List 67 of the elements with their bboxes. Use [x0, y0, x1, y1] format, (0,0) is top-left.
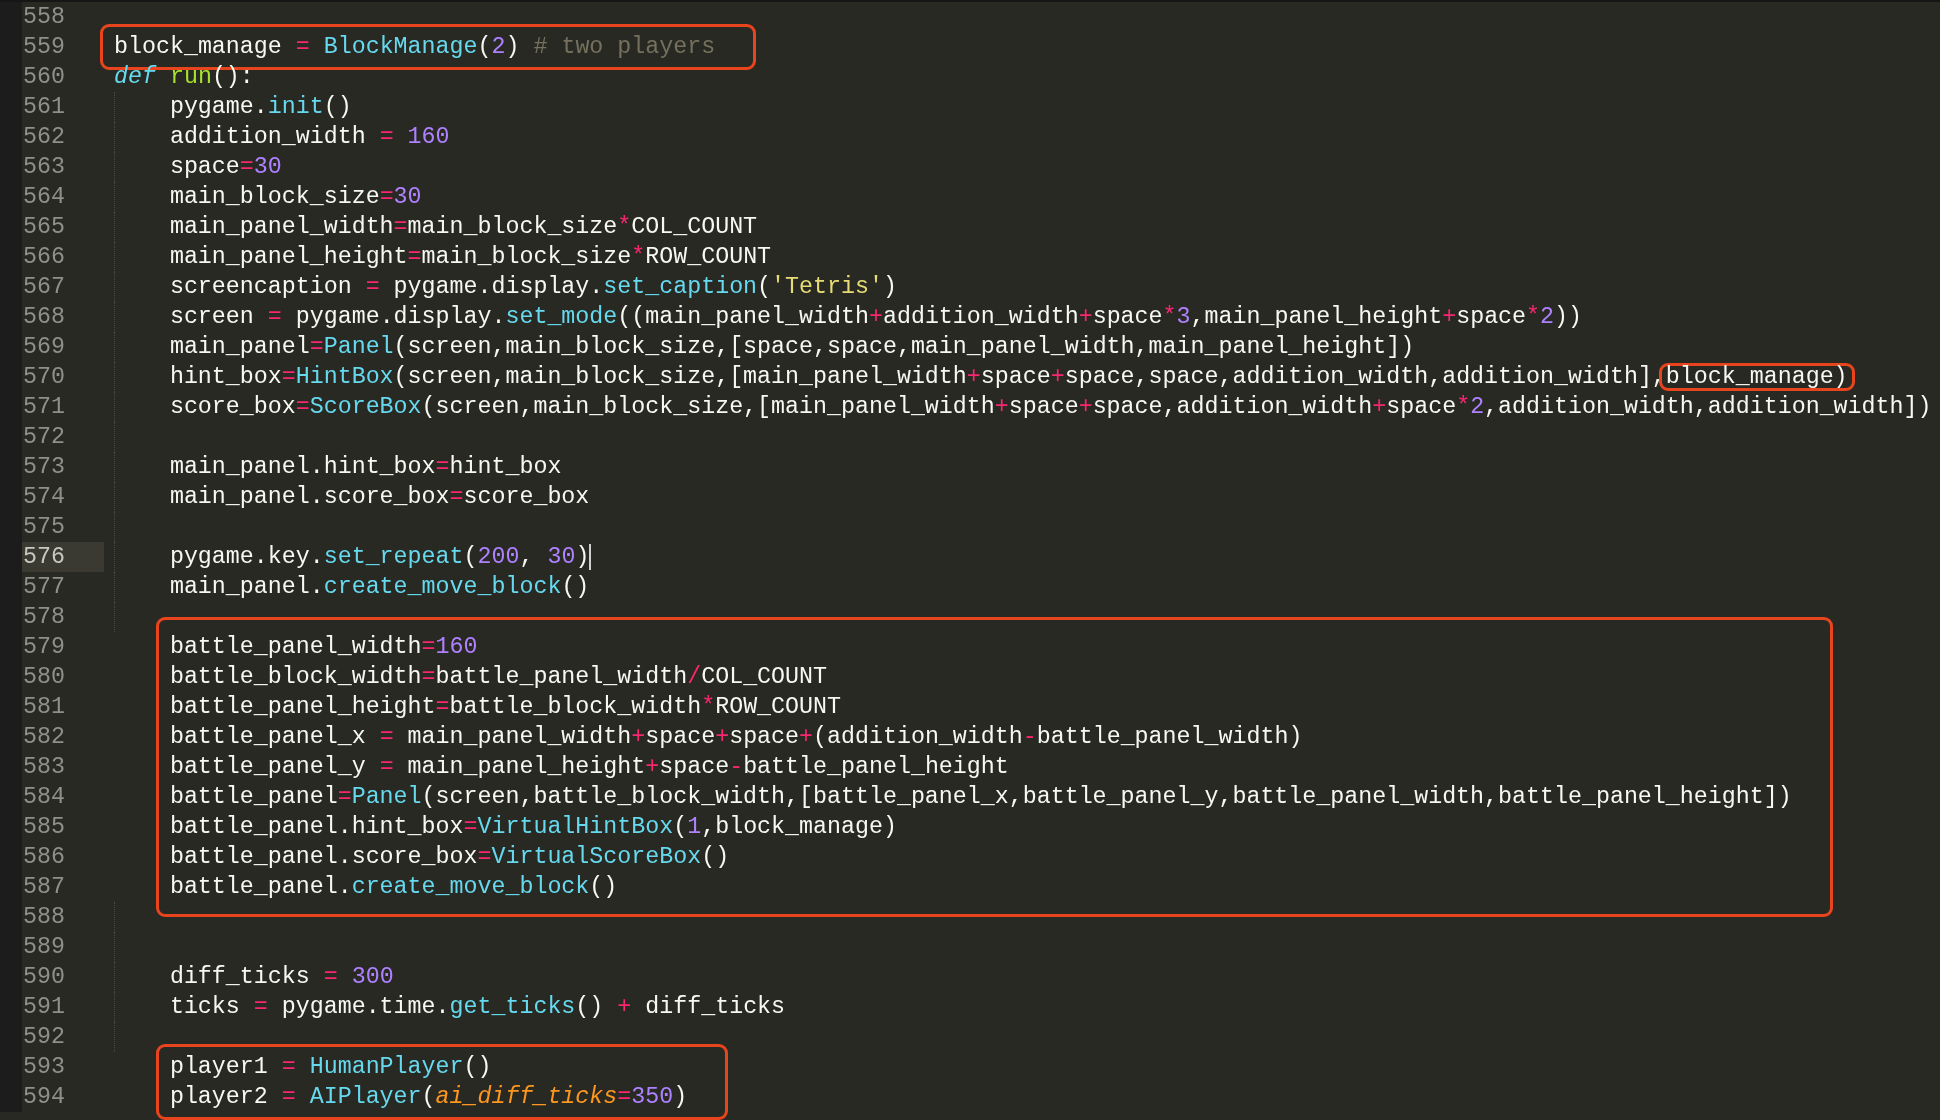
code-line: pygame.init() — [114, 92, 360, 122]
line-number: 568 — [22, 303, 66, 332]
code-line: addition_width = 160 — [114, 122, 458, 152]
code-line: battle_panel=Panel(screen,battle_block_width,[battle_panel_x,battle_panel_y,battle_panel_width,battle_panel_height]) — [169, 783, 1793, 812]
line-number: 564 — [22, 183, 66, 212]
line-number: 572 — [22, 423, 66, 452]
code-line: battle_panel.score_box=VirtualScoreBox() — [169, 843, 731, 872]
code-line: battle_panel.hint_box=VirtualHintBox(1,block_manage) — [169, 813, 898, 842]
line-number: 562 — [22, 123, 66, 152]
line-number: 584 — [22, 783, 66, 812]
line-number: 590 — [22, 963, 66, 992]
code-line: main_panel.score_box=score_box — [114, 482, 598, 512]
line-number: 571 — [22, 393, 66, 422]
line-number: 585 — [22, 813, 66, 842]
line-number: 570 — [22, 363, 66, 392]
code-line: screen = pygame.display.set_mode((main_panel_width+addition_width+space*3,main_panel_height+space*2)) — [114, 302, 1590, 332]
line-number: 561 — [22, 93, 66, 122]
line-number: 583 — [22, 753, 66, 782]
line-number: 563 — [22, 153, 66, 182]
line-number: 565 — [22, 213, 66, 242]
line-number: 569 — [22, 333, 66, 362]
code-line: main_panel.hint_box=hint_box — [114, 452, 570, 482]
code-line: battle_block_width=battle_panel_width/COL_COUNT — [169, 663, 828, 692]
line-number: 577 — [22, 573, 66, 602]
line-number: 586 — [22, 843, 66, 872]
code-line: ticks = pygame.time.get_ticks() + diff_ticks — [114, 992, 794, 1022]
line-number: 567 — [22, 273, 66, 302]
line-number: 579 — [22, 633, 66, 662]
code-line: battle_panel_width=160 — [169, 633, 479, 662]
line-number: 560 — [22, 63, 66, 92]
code-line: main_panel=Panel(screen,main_block_size,[space,space,main_panel_width,main_panel_height]) — [114, 332, 1423, 362]
line-number: 574 — [22, 483, 66, 512]
code-line: space=30 — [114, 152, 290, 182]
line-number: 587 — [22, 873, 66, 902]
code-line: main_panel_width=main_block_size*COL_COUNT — [114, 212, 766, 242]
line-number: 576 — [22, 542, 104, 572]
line-number: 588 — [22, 903, 66, 932]
code-line: pygame.key.set_repeat(200, 30) — [114, 542, 600, 572]
code-line: screencaption = pygame.display.set_caption('Tetris') — [114, 272, 905, 302]
code-line: battle_panel.create_move_block() — [169, 873, 619, 902]
line-number: 591 — [22, 993, 66, 1022]
line-number: 581 — [22, 693, 66, 722]
code-line: diff_ticks = 300 — [114, 962, 402, 992]
line-number: 593 — [22, 1053, 66, 1082]
line-number: 558 — [22, 3, 66, 32]
line-number: 592 — [22, 1023, 66, 1052]
line-number: 578 — [22, 603, 66, 632]
line-number: 580 — [22, 663, 66, 692]
code-line: main_panel.create_move_block() — [114, 572, 598, 602]
code-line: battle_panel_x = main_panel_width+space+space+(addition_width-battle_panel_width) — [169, 723, 1304, 752]
line-number: 566 — [22, 243, 66, 272]
code-line: block_manage = BlockManage(2) # two players — [114, 33, 717, 62]
code-line: player2 = AIPlayer(ai_diff_ticks=350) — [169, 1083, 689, 1112]
code-line: player1 = HumanPlayer() — [169, 1053, 493, 1082]
code-line: main_block_size=30 — [114, 182, 430, 212]
line-number: 594 — [22, 1083, 66, 1112]
line-number: 582 — [22, 723, 66, 752]
code-line: battle_panel_y = main_panel_height+space-battle_panel_height — [169, 753, 1010, 782]
line-number: 559 — [22, 33, 66, 62]
code-line: def run(): — [114, 63, 255, 92]
line-number: 575 — [22, 513, 66, 542]
code-line: hint_box=HintBox(screen,main_block_size,[main_panel_width+space+space,space,addition_width,addition_width],block_manage) — [114, 362, 1856, 392]
code-line: score_box=ScoreBox(screen,main_block_size,[main_panel_width+space+space,addition_width+space*2,addition_width,addition_width]) — [114, 392, 1940, 422]
line-number: 573 — [22, 453, 66, 482]
code-line: main_panel_height=main_block_size*ROW_COUNT — [114, 242, 780, 272]
code-line: battle_panel_height=battle_block_width*ROW_COUNT — [169, 693, 842, 722]
line-number: 589 — [22, 933, 66, 962]
